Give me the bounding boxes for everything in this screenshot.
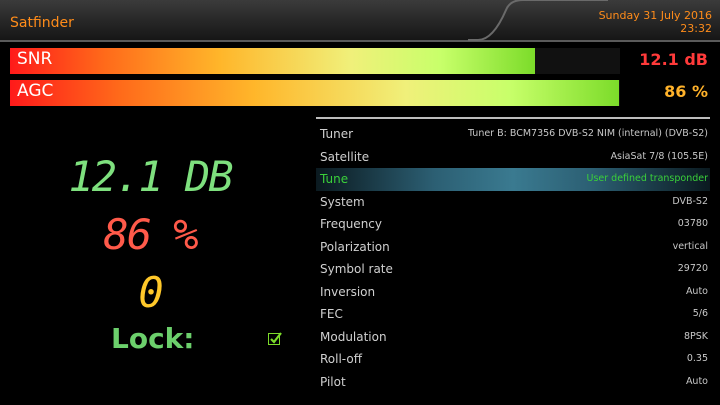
agc-meter: AGC 86 % xyxy=(10,80,710,106)
info-row-roll-off[interactable]: Roll-off 0.35 xyxy=(316,348,710,371)
snr-meter: SNR 12.1 dB xyxy=(10,48,710,74)
info-row-value: Tuner B: BCM7356 DVB-S2 NIM (internal) (… xyxy=(467,128,708,139)
agc-readout: 86 % xyxy=(103,210,198,259)
info-row-label: Symbol rate xyxy=(320,262,393,276)
snr-value: 12.1 dB xyxy=(639,50,708,69)
info-row-satellite[interactable]: Satellite AsiaSat 7/8 (105.5E) xyxy=(316,146,710,169)
info-row-value: DVB-S2 xyxy=(672,195,708,207)
agc-value: 86 % xyxy=(664,82,708,101)
snr-readout: 12.1 DB xyxy=(68,152,233,201)
info-row-value: AsiaSat 7/8 (105.5E) xyxy=(610,150,708,162)
clock: Sunday 31 July 2016 23:32 xyxy=(599,9,712,35)
date-text: Sunday 31 July 2016 xyxy=(598,9,712,22)
info-panel-divider xyxy=(316,117,710,119)
info-row-value: Auto xyxy=(685,285,708,297)
info-row-label: Polarization xyxy=(320,239,390,254)
info-row-value: 29720 xyxy=(677,263,708,274)
lock-label: Lock: xyxy=(111,322,195,355)
header-divider xyxy=(0,40,720,42)
snr-bar-fill xyxy=(10,48,535,74)
info-row-value: User defined transponder xyxy=(586,173,708,184)
info-row-tuner[interactable]: Tuner Tuner B: BCM7356 DVB-S2 NIM (intern… xyxy=(316,123,710,146)
info-row-label: System xyxy=(320,194,365,209)
info-row-inversion[interactable]: Inversion Auto xyxy=(316,281,710,304)
header-notch-decoration xyxy=(468,0,608,41)
info-row-label: Tuner xyxy=(320,127,354,141)
info-row-value: 03780 xyxy=(677,218,708,229)
info-row-fec[interactable]: FEC 5/6 xyxy=(316,303,710,326)
info-row-label: Modulation xyxy=(320,329,387,344)
info-row-label: FEC xyxy=(320,307,343,321)
info-row-value: 5/6 xyxy=(692,308,708,319)
snr-bar-track xyxy=(10,48,620,74)
info-row-value: vertical xyxy=(672,240,708,252)
time-text: 23:32 xyxy=(680,22,712,35)
info-row-symbol-rate[interactable]: Symbol rate 29720 xyxy=(316,258,710,281)
info-row-value: 8PSK xyxy=(683,330,708,342)
agc-label: AGC xyxy=(17,81,54,101)
info-row-polarization[interactable]: Polarization vertical xyxy=(316,236,710,259)
page-title: Satfinder xyxy=(10,15,74,31)
info-row-label: Roll-off xyxy=(320,352,362,366)
tuner-info-list: Tuner Tuner B: BCM7356 DVB-S2 NIM (intern… xyxy=(316,123,710,393)
info-row-label: Satellite xyxy=(320,149,370,164)
info-row-label: Frequency xyxy=(320,217,382,231)
info-row-label: Pilot xyxy=(320,374,346,389)
agc-bar-fill xyxy=(10,80,619,106)
info-row-value: Auto xyxy=(685,375,708,387)
info-row-frequency[interactable]: Frequency 03780 xyxy=(316,213,710,236)
info-row-tune[interactable]: Tune User defined transponder xyxy=(316,168,710,191)
info-row-value: 0.35 xyxy=(686,353,708,364)
info-row-modulation[interactable]: Modulation 8PSK xyxy=(316,326,710,349)
info-row-label: Inversion xyxy=(320,284,376,299)
ber-readout: 0 xyxy=(138,268,163,317)
lock-check-icon xyxy=(268,332,282,345)
info-row-pilot[interactable]: Pilot Auto xyxy=(316,371,710,394)
info-row-label: Tune xyxy=(320,172,349,186)
info-row-system[interactable]: System DVB-S2 xyxy=(316,191,710,214)
agc-bar-track xyxy=(10,80,620,106)
snr-label: SNR xyxy=(17,49,53,69)
